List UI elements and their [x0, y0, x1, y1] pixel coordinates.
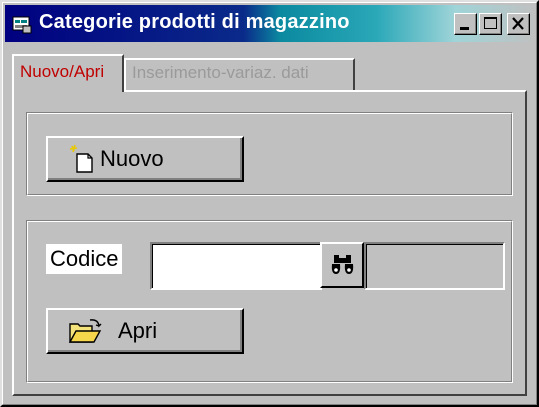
app-window: Categorie prodotti di magazzino Nuovo/Ap…	[0, 0, 539, 407]
window-title: Categorie prodotti di magazzino	[39, 11, 350, 33]
code-label: Codice	[46, 244, 123, 274]
maximize-button[interactable]	[479, 13, 502, 35]
tab-label: Inserimento-variaz. dati	[132, 63, 309, 82]
tab-inserimento-variazione[interactable]: Inserimento-variaz. dati	[124, 58, 355, 90]
minimize-button[interactable]	[454, 13, 477, 35]
tab-nuovo-apri[interactable]: Nuovo/Apri	[12, 54, 124, 92]
title-bar[interactable]: Categorie prodotti di magazzino	[5, 5, 535, 42]
open-button-label: Apri	[118, 318, 158, 343]
search-button[interactable]	[320, 242, 364, 288]
open-folder-icon	[68, 319, 102, 343]
minimize-icon	[460, 27, 469, 30]
description-field	[364, 242, 505, 290]
close-button[interactable]	[507, 13, 530, 35]
new-document-icon	[69, 144, 93, 173]
close-icon	[512, 17, 524, 30]
open-button[interactable]: Apri	[46, 308, 244, 354]
new-button-label: Nuovo	[100, 146, 164, 171]
tab-label: Nuovo/Apri	[20, 62, 105, 81]
app-icon	[12, 16, 32, 34]
new-button[interactable]: Nuovo	[46, 136, 244, 182]
code-input[interactable]	[150, 242, 322, 290]
binoculars-icon	[331, 255, 354, 274]
tab-panel: Nuovo Codice Apri	[12, 90, 527, 396]
maximize-icon	[484, 17, 497, 29]
